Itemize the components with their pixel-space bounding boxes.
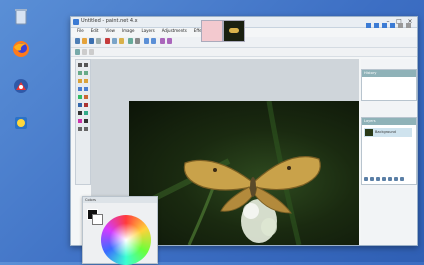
pencil-icon[interactable] bbox=[78, 111, 82, 115]
open-icon[interactable] bbox=[82, 38, 87, 44]
move-icon[interactable] bbox=[84, 71, 88, 75]
tools-panel bbox=[75, 59, 91, 185]
pan-icon[interactable] bbox=[84, 87, 88, 91]
layer-up-icon[interactable] bbox=[388, 177, 392, 181]
cut-icon[interactable] bbox=[105, 38, 110, 44]
new-icon[interactable] bbox=[75, 38, 80, 44]
redo-icon[interactable] bbox=[151, 38, 156, 44]
lasso-icon[interactable] bbox=[78, 71, 82, 75]
layer-thumbnail bbox=[365, 129, 373, 136]
magic-wand-icon[interactable] bbox=[78, 87, 82, 91]
butterfly-thumbnail bbox=[229, 28, 239, 33]
window-title: Untitled - paint.net 4.x bbox=[81, 18, 138, 24]
layers-panel-title: Layers bbox=[362, 118, 416, 125]
gradient-icon[interactable] bbox=[84, 95, 88, 99]
text-icon[interactable] bbox=[84, 119, 88, 123]
undo-icon[interactable] bbox=[144, 38, 149, 44]
firefox-icon[interactable] bbox=[10, 38, 32, 60]
paintbrush-icon[interactable] bbox=[78, 103, 82, 107]
zoom-icon[interactable] bbox=[84, 79, 88, 83]
app-logo-icon bbox=[73, 19, 79, 25]
paint-bucket-icon[interactable] bbox=[78, 95, 82, 99]
duplicate-layer-icon[interactable] bbox=[376, 177, 380, 181]
menu-adjustments[interactable]: Adjustments bbox=[162, 28, 187, 36]
app-icon[interactable] bbox=[10, 112, 32, 134]
butterfly-image bbox=[129, 101, 321, 245]
recycle-bin-icon[interactable] bbox=[10, 6, 32, 28]
shapes-icon[interactable] bbox=[84, 127, 88, 131]
clone-stamp-icon[interactable] bbox=[84, 111, 88, 115]
colors-panel-title: Colors bbox=[83, 197, 157, 203]
tool-options-bar bbox=[71, 48, 417, 57]
grid-icon[interactable] bbox=[160, 38, 165, 44]
copy-icon[interactable] bbox=[112, 38, 117, 44]
menu-image[interactable]: Image bbox=[122, 28, 135, 36]
save-icon[interactable] bbox=[89, 38, 94, 44]
image-tab-untitled[interactable] bbox=[201, 20, 223, 42]
menu-layers[interactable]: Layers bbox=[141, 28, 154, 36]
secondary-color-swatch[interactable] bbox=[92, 214, 103, 225]
paste-icon[interactable] bbox=[119, 38, 124, 44]
colors-panel-toggle-icon[interactable] bbox=[390, 23, 395, 28]
history-panel-toggle-icon[interactable] bbox=[374, 23, 379, 28]
line-icon[interactable] bbox=[78, 127, 82, 131]
ellipse-select-icon[interactable] bbox=[78, 79, 82, 83]
crop-icon[interactable] bbox=[128, 38, 133, 44]
menu-file[interactable]: File bbox=[77, 28, 84, 36]
tool-option-icon[interactable] bbox=[75, 49, 80, 55]
eraser-icon[interactable] bbox=[84, 103, 88, 107]
image-tab-butterfly[interactable] bbox=[223, 20, 245, 42]
tool-option-icon[interactable] bbox=[89, 49, 94, 55]
color-wheel[interactable] bbox=[101, 215, 151, 265]
layer-properties-icon[interactable] bbox=[400, 177, 404, 181]
recolor-icon[interactable] bbox=[78, 119, 82, 123]
layer-name: Background bbox=[375, 130, 396, 134]
move-selection-icon[interactable] bbox=[84, 63, 88, 67]
add-layer-icon[interactable] bbox=[364, 177, 368, 181]
menu-view[interactable]: View bbox=[105, 28, 115, 36]
layers-panel[interactable]: Layers Background bbox=[361, 117, 417, 185]
colors-panel[interactable]: Colors bbox=[82, 196, 158, 265]
window-tool-icons bbox=[366, 23, 411, 28]
butterfly-photo[interactable] bbox=[129, 101, 359, 245]
settings-icon[interactable] bbox=[398, 23, 403, 28]
layer-row[interactable]: Background bbox=[364, 128, 412, 137]
history-panel[interactable]: History bbox=[361, 69, 417, 101]
right-panels: History Layers Background bbox=[361, 59, 417, 245]
layer-down-icon[interactable] bbox=[394, 177, 398, 181]
delete-layer-icon[interactable] bbox=[370, 177, 374, 181]
rectangle-select-icon[interactable] bbox=[78, 63, 82, 67]
menu-edit[interactable]: Edit bbox=[91, 28, 99, 36]
ruler-icon[interactable] bbox=[167, 38, 172, 44]
merge-layer-icon[interactable] bbox=[382, 177, 386, 181]
layers-panel-toggle-icon[interactable] bbox=[382, 23, 387, 28]
help-icon[interactable] bbox=[406, 23, 411, 28]
layer-actions bbox=[364, 177, 404, 181]
tools-panel-toggle-icon[interactable] bbox=[366, 23, 371, 28]
history-panel-title: History bbox=[362, 70, 416, 77]
app-icon[interactable] bbox=[10, 76, 32, 98]
print-icon[interactable] bbox=[96, 38, 101, 44]
tool-option-icon[interactable] bbox=[82, 49, 87, 55]
deselect-icon[interactable] bbox=[135, 38, 140, 44]
